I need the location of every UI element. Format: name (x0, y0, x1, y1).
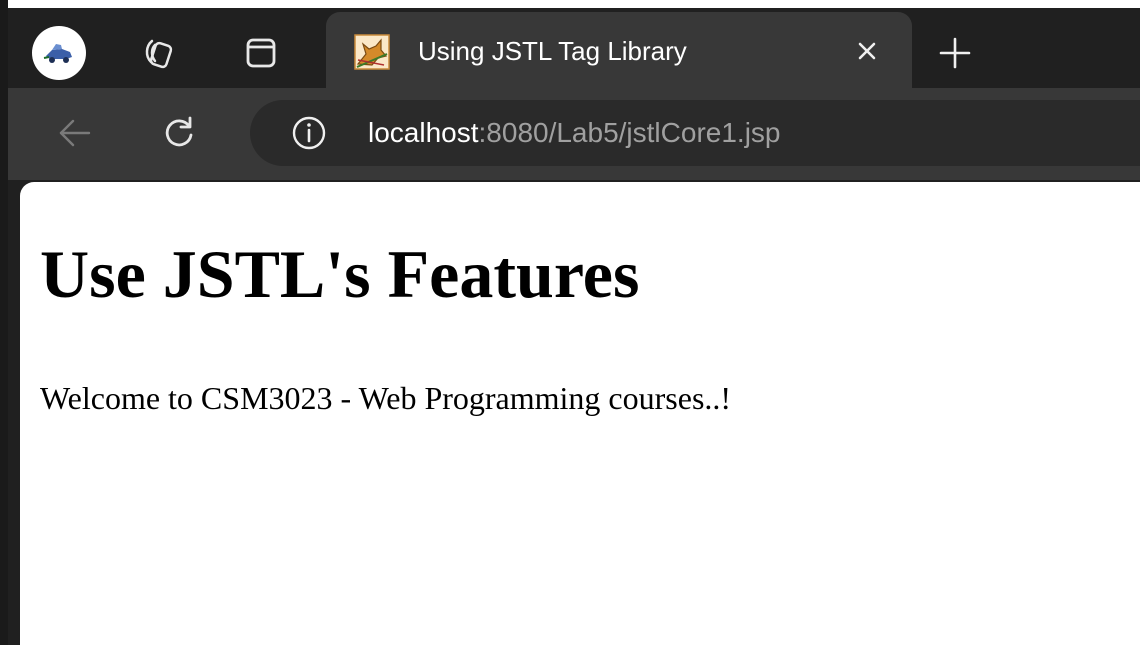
back-arrow-icon (59, 119, 91, 147)
address-bar[interactable]: localhost:8080/Lab5/jstlCore1.jsp (250, 100, 1140, 166)
info-icon[interactable] (290, 114, 328, 152)
tab-strip: Using JSTL Tag Library (8, 8, 1140, 90)
tab-actions-icon (246, 38, 276, 68)
tab-active[interactable]: Using JSTL Tag Library (326, 12, 912, 90)
url-path: :8080/Lab5/jstlCore1.jsp (478, 117, 781, 148)
window-edge (0, 0, 8, 645)
plus-icon (939, 37, 971, 69)
reload-icon (165, 116, 193, 147)
tomcat-favicon-icon (354, 34, 390, 70)
new-tab-button[interactable] (932, 30, 978, 76)
back-button[interactable] (50, 108, 100, 158)
close-icon (858, 42, 876, 60)
workspaces-icon (145, 39, 173, 69)
profile-avatar-icon (43, 44, 72, 63)
browser-window: Using JSTL Tag Library localhost:8080/La… (8, 8, 1140, 645)
page-viewport: Use JSTL's Features Welcome to CSM3023 -… (20, 182, 1140, 645)
tab-title: Using JSTL Tag Library (418, 36, 687, 66)
tab-close-button[interactable] (848, 32, 886, 70)
welcome-message: Welcome to CSM3023 - Web Programming cou… (40, 380, 732, 416)
workspaces-button[interactable] (136, 30, 182, 76)
url-text[interactable]: localhost:8080/Lab5/jstlCore1.jsp (368, 116, 781, 150)
url-host: localhost (368, 117, 479, 148)
tab-actions-button[interactable] (238, 30, 284, 76)
reload-button[interactable] (154, 108, 204, 158)
screenshot-frame: Using JSTL Tag Library localhost:8080/La… (0, 0, 1140, 645)
page-heading: Use JSTL's Features (40, 236, 640, 312)
browser-toolbar: localhost:8080/Lab5/jstlCore1.jsp (8, 88, 1140, 180)
profile-avatar-button[interactable] (32, 26, 86, 80)
